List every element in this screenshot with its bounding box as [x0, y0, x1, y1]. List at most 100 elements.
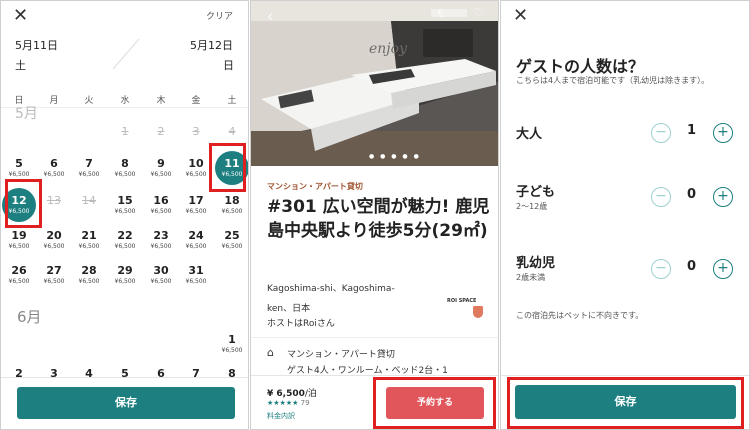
back-icon[interactable]: ‹	[267, 7, 273, 25]
weekday-fri: 金	[191, 96, 201, 106]
infants-plus-button[interactable]: +	[713, 259, 733, 279]
close-icon[interactable]: ✕	[13, 7, 28, 25]
host-logo-text: ROI SPACE	[447, 298, 477, 304]
calendar-day[interactable]: 6 ¥6,500	[37, 157, 71, 179]
end-date[interactable]: 5月12日	[190, 37, 233, 53]
calendar-day[interactable]: 23 ¥6,500	[144, 229, 178, 251]
listing-title: #301 広い空間が魅力! 鹿児島中央駅より徒歩5分(29㎡)	[267, 197, 490, 241]
location-line-1: Kagoshima-shi、Kagoshima-	[267, 284, 395, 294]
price-unit: /泊	[304, 389, 317, 399]
highlight-reserve	[373, 377, 496, 429]
calendar-day[interactable]: 24 ¥6,500	[179, 229, 213, 251]
weekday-mon: 月	[49, 96, 59, 106]
calendar-day[interactable]: 3	[37, 367, 71, 377]
calendar-day[interactable]: 16 ¥6,500	[144, 194, 178, 216]
calendar-day[interactable]: 9 ¥6,500	[144, 157, 178, 179]
children-count: 0	[687, 187, 697, 202]
capacity-note: こちらは4人まで宿泊可能です（乳幼児は除きます）。	[516, 76, 710, 85]
weekday-wed: 水	[120, 96, 130, 106]
calendar-day: 2	[157, 125, 165, 138]
weekday-thu: 木	[156, 96, 166, 106]
host-avatar[interactable]	[473, 306, 483, 318]
calendar-day[interactable]: 31 ¥6,500	[179, 264, 213, 286]
calendar-day[interactable]: 5	[108, 367, 142, 377]
save-button[interactable]: 保存	[17, 387, 235, 419]
guest-heading: ゲストの人数は？	[516, 57, 645, 76]
header-divider	[1, 107, 248, 108]
calendar-week-5: 26 ¥6,500 27 ¥6,500 28 ¥6,500 29 ¥6,500 30 ¥6…	[1, 264, 248, 300]
adults-plus-button[interactable]: +	[713, 123, 733, 143]
adults-count: 1	[687, 123, 697, 138]
host-name: ホストはRoiさん	[267, 319, 335, 329]
photo-pagination-dots: ● ● ● ● ●	[369, 153, 421, 160]
calendar-day[interactable]: 26 ¥6,500	[2, 264, 36, 286]
heart-icon[interactable]: ♡	[473, 6, 484, 20]
weekday-sat: 土	[227, 96, 237, 106]
calendar-week-june-2: 2 3 4 5 6 7 8	[1, 367, 248, 377]
fee-breakdown-link[interactable]: 料金内訳	[267, 411, 295, 421]
infants-age-range: 2歳未満	[516, 273, 546, 282]
children-label: 子ども	[516, 185, 556, 200]
calendar-day[interactable]: 19 ¥6,500	[2, 229, 36, 251]
children-minus-button[interactable]: −	[651, 187, 671, 207]
infants-count: 0	[687, 259, 697, 274]
calendar-day[interactable]: 25 ¥6,500	[215, 229, 248, 251]
calendar-day[interactable]: 15 ¥6,500	[108, 194, 142, 216]
calendar-week-june-1: 1 ¥6,500	[1, 333, 248, 369]
children-plus-button[interactable]: +	[713, 187, 733, 207]
highlight-checkout	[5, 179, 42, 228]
date-picker-panel: ✕ クリア 5月11日 土 5月12日 日 日 月 火 水 木 金 土 5月 1…	[0, 0, 249, 430]
calendar-day[interactable]: 7	[179, 367, 213, 377]
adults-minus-button[interactable]: −	[651, 123, 671, 143]
calendar-day[interactable]: 29 ¥6,500	[108, 264, 142, 286]
calendar-day: 3	[192, 125, 200, 138]
pet-note: この宿泊先はペットに不向きです。	[516, 311, 644, 320]
calendar-day[interactable]: 21 ¥6,500	[72, 229, 106, 251]
calendar-day[interactable]: 28 ¥6,500	[72, 264, 106, 286]
calendar-day[interactable]: 10 ¥6,500	[179, 157, 213, 179]
listing-detail-panel: enjoy ‹ ⇪ ♡ ● ● ● ● ● マンション・アパート貸切 #301 …	[250, 0, 499, 430]
bedroom-photo-illustration: enjoy	[251, 1, 498, 166]
highlight-save	[507, 377, 744, 429]
clear-button[interactable]: クリア	[206, 9, 233, 22]
property-type: マンション・アパート貸切	[287, 350, 395, 360]
calendar-day[interactable]: 6	[144, 367, 178, 377]
calendar-day: 4	[228, 125, 236, 138]
price-amount: ¥ 6,500	[267, 389, 305, 399]
infants-minus-button[interactable]: −	[651, 259, 671, 279]
listing-photo[interactable]: enjoy ‹ ⇪ ♡ ● ● ● ● ●	[251, 1, 498, 166]
calendar-day[interactable]: 1 ¥6,500	[215, 333, 248, 355]
calendar-day[interactable]: 17 ¥6,500	[179, 194, 213, 216]
calendar-day[interactable]: 27 ¥6,500	[37, 264, 71, 286]
month-label-may: 5月	[15, 106, 38, 122]
end-weekday: 日	[223, 59, 234, 72]
calendar-day[interactable]: 8 ¥6,500	[108, 157, 142, 179]
share-icon[interactable]: ⇪	[436, 7, 445, 20]
calendar-day: 14	[82, 194, 96, 207]
calendar-day[interactable]: 30 ¥6,500	[144, 264, 178, 286]
adults-label: 大人	[516, 127, 543, 142]
guest-count-panel: ✕ ゲストの人数は？ こちらは4人まで宿泊可能です（乳幼児は除きます）。 大人 …	[500, 0, 750, 430]
rating: ★★★★★ 79	[267, 399, 310, 407]
calendar-day[interactable]: 8	[215, 367, 248, 377]
date-range-divider	[112, 38, 140, 70]
calendar-day[interactable]: 7 ¥6,500	[72, 157, 106, 179]
calendar-day[interactable]: 22 ¥6,500	[108, 229, 142, 251]
start-date[interactable]: 5月11日	[15, 37, 58, 53]
calendar-day[interactable]: 20 ¥6,500	[37, 229, 71, 251]
calendar-day: 13	[47, 194, 61, 207]
calendar-day[interactable]: 2	[2, 367, 36, 377]
infants-label: 乳幼児	[516, 256, 556, 271]
calendar-day[interactable]: 5 ¥6,500	[2, 157, 36, 179]
calendar-day[interactable]: 4	[72, 367, 106, 377]
location-line-2: ken、日本	[267, 304, 311, 314]
nightly-price: ¥ 6,500/泊	[267, 386, 317, 399]
calendar-week-4: 19 ¥6,500 20 ¥6,500 21 ¥6,500 22 ¥6,500 23 ¥6…	[1, 229, 248, 265]
home-icon: ⌂	[267, 346, 274, 359]
children-age-range: 2〜12歳	[516, 202, 548, 211]
review-count: 79	[300, 399, 310, 407]
listing-category: マンション・アパート貸切	[267, 182, 363, 191]
highlight-checkin	[209, 143, 246, 192]
close-icon[interactable]: ✕	[513, 7, 528, 25]
calendar-day[interactable]: 18 ¥6,500	[215, 194, 248, 216]
